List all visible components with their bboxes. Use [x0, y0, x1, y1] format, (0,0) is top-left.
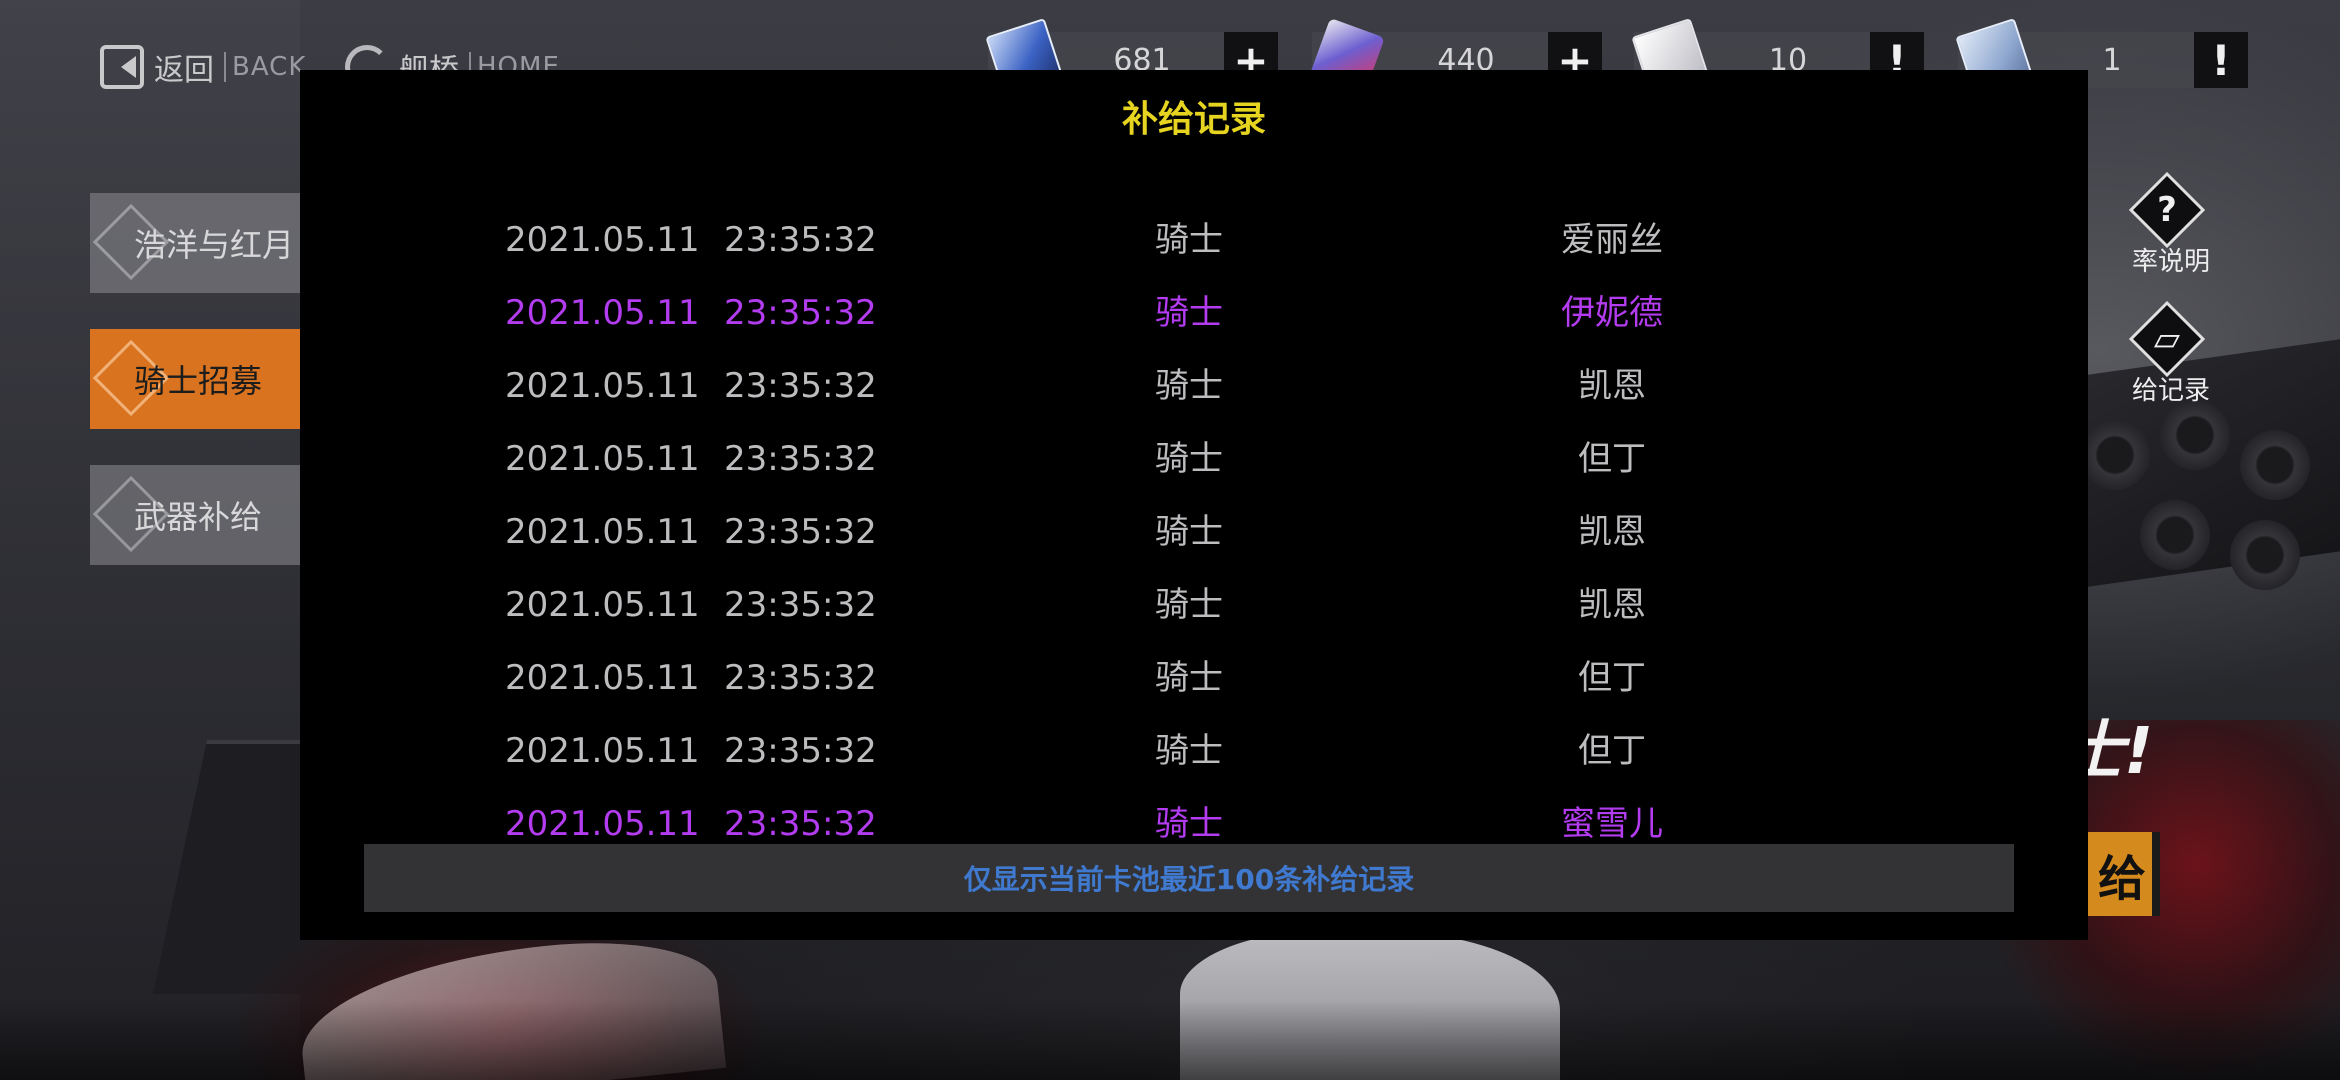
back-label-en: BACK: [224, 52, 306, 82]
record-date: 2021.05.11: [505, 804, 700, 844]
tab-label: 浩洋与红月: [134, 226, 295, 264]
question-icon: ?: [2157, 190, 2177, 230]
record-date: 2021.05.11: [505, 512, 700, 552]
tab-knight-recruit[interactable]: 骑士招募: [90, 329, 300, 429]
record-type: 骑士: [1155, 585, 1223, 625]
record-type: 骑士: [1155, 366, 1223, 406]
record-type: 骑士: [1155, 220, 1223, 260]
record-type: 骑士: [1155, 439, 1223, 479]
record-date: 2021.05.11: [505, 585, 700, 625]
record-date-cell: 2021.05.11: [505, 350, 700, 423]
record-date-cell: 2021.05.11: [505, 496, 700, 569]
record-date: 2021.05.11: [505, 220, 700, 260]
record-name: 爱丽丝: [1561, 220, 1663, 260]
record-date-cell: 2021.05.11: [505, 569, 700, 642]
record-time: 23:35:32: [724, 366, 877, 406]
record-time: 23:35:32: [724, 731, 877, 771]
rate-info-label: 率说明: [2131, 247, 2210, 277]
modal-title: 补给记录: [1121, 99, 1266, 140]
record-time: 23:35:32: [724, 293, 877, 333]
record-date-cell: 2021.05.11: [505, 277, 700, 350]
record-name: 凯恩: [1578, 366, 1646, 406]
record-type: 骑士: [1155, 658, 1223, 698]
record-list: 2021.05.11 23:35:32 骑士 爱丽丝 2021.05.11 23:35:3…: [300, 204, 2088, 861]
record-date-cell: 2021.05.11: [505, 715, 700, 788]
record-row: 2021.05.11 23:35:32 骑士 爱丽丝: [300, 204, 2088, 277]
record-row: 2021.05.11 23:35:32 骑士 凯恩: [300, 569, 2088, 642]
record-time-cell: 23:35:32: [724, 715, 877, 788]
record-date: 2021.05.11: [505, 293, 700, 333]
record-time: 23:35:32: [724, 585, 877, 625]
record-time: 23:35:32: [724, 439, 877, 479]
record-date-cell: 2021.05.11: [505, 423, 700, 496]
record-name: 但丁: [1578, 658, 1646, 698]
record-limit-note: 仅显示当前卡池最近100条补给记录: [364, 844, 2014, 912]
record-date-cell: 2021.05.11: [505, 642, 700, 715]
record-type: 骑士: [1155, 731, 1223, 771]
record-date: 2021.05.11: [505, 731, 700, 771]
blue-card-info-button[interactable]: !: [2194, 32, 2248, 88]
record-row: 2021.05.11 23:35:32 骑士 但丁: [300, 423, 2088, 496]
game-screen: 返回 BACK 舰桥 HOME 浩洋与红月 骑士招募 武器补给 681 + 44…: [0, 0, 2340, 1080]
record-time-cell: 23:35:32: [724, 642, 877, 715]
supply-record-modal: 补给记录 2021.05.11 23:35:32 骑士 爱丽丝 2021.05.11 23…: [300, 70, 2088, 940]
back-button[interactable]: 返回 BACK: [100, 38, 306, 96]
record-icon: ▱: [2153, 319, 2181, 359]
record-type: 骑士: [1155, 512, 1223, 552]
record-time: 23:35:32: [724, 804, 877, 844]
record-time: 23:35:32: [724, 658, 877, 698]
background-gun-barrels: [2080, 400, 2340, 600]
supply-record-label: 给记录: [2131, 376, 2210, 406]
record-date: 2021.05.11: [505, 658, 700, 698]
record-time-cell: 23:35:32: [724, 350, 877, 423]
tab-label: 武器补给: [134, 498, 263, 536]
record-row: 2021.05.11 23:35:32 骑士 伊妮德: [300, 277, 2088, 350]
record-date-cell: 2021.05.11: [505, 204, 700, 277]
record-time: 23:35:32: [724, 220, 877, 260]
record-time-cell: 23:35:32: [724, 204, 877, 277]
record-time-cell: 23:35:32: [724, 423, 877, 496]
record-time-cell: 23:35:32: [724, 496, 877, 569]
record-time: 23:35:32: [724, 512, 877, 552]
record-date: 2021.05.11: [505, 439, 700, 479]
record-time-cell: 23:35:32: [724, 277, 877, 350]
tab-ocean-and-red-moon[interactable]: 浩洋与红月: [90, 193, 300, 293]
back-label: 返回: [154, 53, 214, 88]
record-row: 2021.05.11 23:35:32 骑士 但丁: [300, 715, 2088, 788]
record-name: 凯恩: [1578, 512, 1646, 552]
record-name: 伊妮德: [1561, 293, 1663, 333]
record-row: 2021.05.11 23:35:32 骑士 凯恩: [300, 496, 2088, 569]
record-time-cell: 23:35:32: [724, 569, 877, 642]
record-name: 但丁: [1578, 731, 1646, 771]
record-date: 2021.05.11: [505, 366, 700, 406]
record-type: 骑士: [1155, 293, 1223, 333]
tab-weapon-supply[interactable]: 武器补给: [90, 465, 300, 565]
back-icon: [100, 45, 144, 89]
record-name: 凯恩: [1578, 585, 1646, 625]
record-row: 2021.05.11 23:35:32 骑士 凯恩: [300, 350, 2088, 423]
record-name: 但丁: [1578, 439, 1646, 479]
record-row: 2021.05.11 23:35:32 骑士 但丁: [300, 642, 2088, 715]
supply-button[interactable]: 给: [2080, 832, 2160, 916]
tab-label: 骑士招募: [134, 362, 263, 400]
background-shadow: [0, 1000, 2340, 1080]
